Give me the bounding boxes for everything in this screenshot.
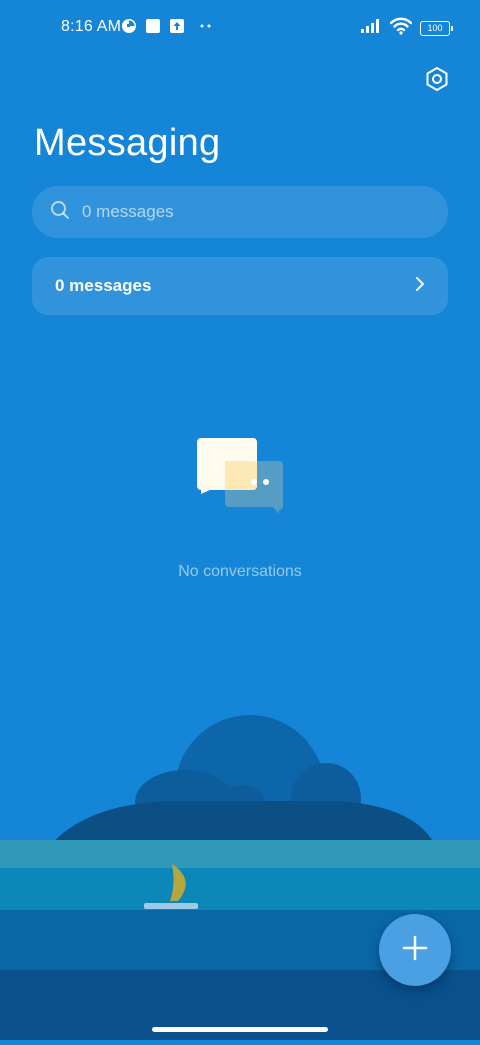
chat-bubbles-icon	[194, 436, 286, 516]
search-input[interactable]	[82, 202, 402, 222]
home-indicator[interactable]	[152, 1027, 328, 1032]
more-dots-icon	[199, 18, 213, 39]
search-bar[interactable]	[32, 186, 448, 238]
chevron-right-icon	[414, 275, 426, 298]
battery-icon: 100	[420, 20, 453, 36]
landscape-illustration	[0, 700, 480, 1040]
messages-card[interactable]: 0 messages	[32, 257, 448, 315]
new-message-button[interactable]	[379, 914, 451, 986]
empty-state-label: No conversations	[178, 563, 302, 580]
search-icon	[50, 200, 70, 225]
settings-hexagon-icon	[424, 66, 450, 97]
messages-card-label: 0 messages	[55, 276, 152, 295]
notification-square-icon	[145, 18, 161, 39]
plus-icon	[402, 935, 428, 966]
upload-icon	[169, 18, 185, 39]
status-time: 8:16 AM	[61, 18, 122, 35]
page-title: Messaging	[34, 122, 221, 164]
data-saver-icon	[121, 18, 137, 39]
status-left-icons	[121, 18, 213, 38]
status-right-icons: 100	[360, 17, 453, 40]
wifi-icon	[389, 17, 413, 40]
cellular-signal-icon	[360, 18, 382, 39]
status-bar: 8:16 AM 100	[0, 0, 480, 56]
settings-button[interactable]	[420, 64, 454, 98]
